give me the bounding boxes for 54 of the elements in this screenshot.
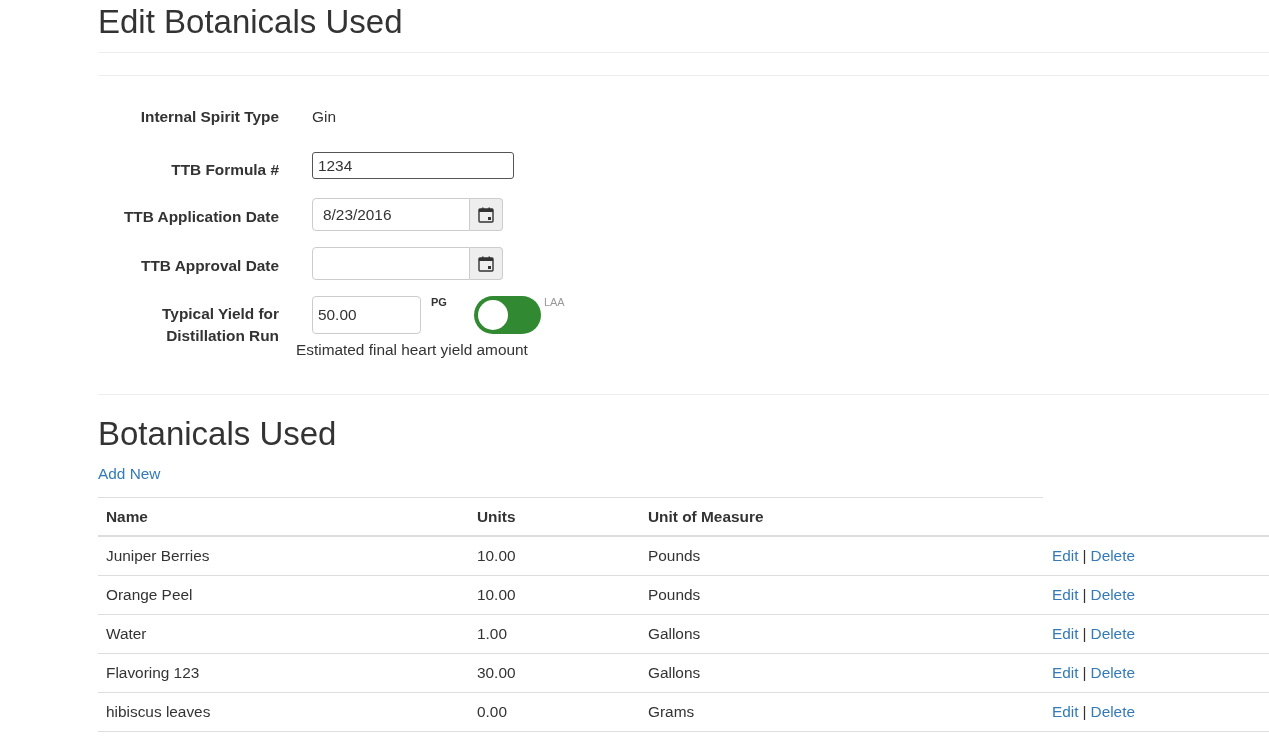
table-cell: Pounds [648, 547, 701, 564]
date-input-field[interactable] [312, 247, 470, 280]
calendar-icon [478, 255, 494, 272]
table-cell: Flavoring 123 [106, 664, 200, 681]
table-cell: Water [106, 625, 147, 642]
table-cell: hibiscus leaves [106, 703, 211, 720]
unit-label: LAA [543, 296, 565, 308]
link-separator: | [1082, 702, 1087, 722]
link-separator: | [1082, 663, 1087, 683]
calendar-button[interactable] [470, 198, 503, 231]
column-header: Units [477, 507, 516, 525]
edit-link[interactable]: Edit [1052, 701, 1079, 723]
input-field[interactable]: 50.00 [312, 296, 421, 334]
link-separator: | [1082, 585, 1087, 605]
link-separator: | [1082, 546, 1087, 566]
field-label: TTB Application Date [123, 208, 279, 225]
column-header: Unit of Measure [648, 507, 764, 525]
page-title: Edit Botanicals Used [98, 4, 403, 40]
table-cell: Orange Peel [106, 586, 193, 603]
table-cell: 10.00 [477, 547, 516, 564]
calendar-icon [478, 206, 494, 223]
table-cell: 10.00 [477, 586, 516, 603]
column-header: Name [106, 507, 148, 525]
edit-link[interactable]: Edit [1052, 662, 1079, 684]
table-cell: Pounds [648, 586, 701, 603]
field-label: TTB Formula # [171, 161, 279, 178]
table-cell: Juniper Berries [106, 547, 210, 564]
delete-link[interactable]: Delete [1090, 545, 1136, 567]
table-cell: 1.00 [477, 625, 507, 642]
table-cell: 0.00 [477, 703, 507, 720]
table-cell: 30.00 [477, 664, 516, 681]
delete-link[interactable]: Delete [1090, 623, 1136, 645]
table-cell: Gallons [648, 664, 701, 681]
table-cell: Gallons [648, 625, 701, 642]
field-label: Internal Spirit Type [140, 108, 279, 125]
field-label: Typical Yield for Distillation Run [162, 305, 279, 344]
edit-link[interactable]: Edit [1052, 545, 1079, 567]
field-value: Gin [312, 108, 336, 125]
field-label: TTB Approval Date [141, 257, 279, 274]
add-new-link[interactable]: Add New [98, 465, 161, 482]
calendar-button[interactable] [470, 247, 503, 280]
edit-link[interactable]: Edit [1052, 584, 1079, 606]
delete-link[interactable]: Delete [1090, 701, 1136, 723]
link-separator: | [1082, 624, 1087, 644]
date-input-field[interactable]: 8/23/2016 [312, 198, 470, 231]
section-title: Botanicals Used [98, 416, 337, 452]
table-cell: Grams [648, 703, 695, 720]
delete-link[interactable]: Delete [1090, 584, 1136, 606]
toggle-switch[interactable] [473, 296, 541, 334]
edit-link[interactable]: Edit [1052, 623, 1079, 645]
delete-link[interactable]: Delete [1090, 662, 1136, 684]
input-field[interactable]: 1234 [312, 152, 514, 179]
unit-label: PG [431, 296, 447, 308]
help-text: Estimated final heart yield amount [296, 340, 528, 360]
